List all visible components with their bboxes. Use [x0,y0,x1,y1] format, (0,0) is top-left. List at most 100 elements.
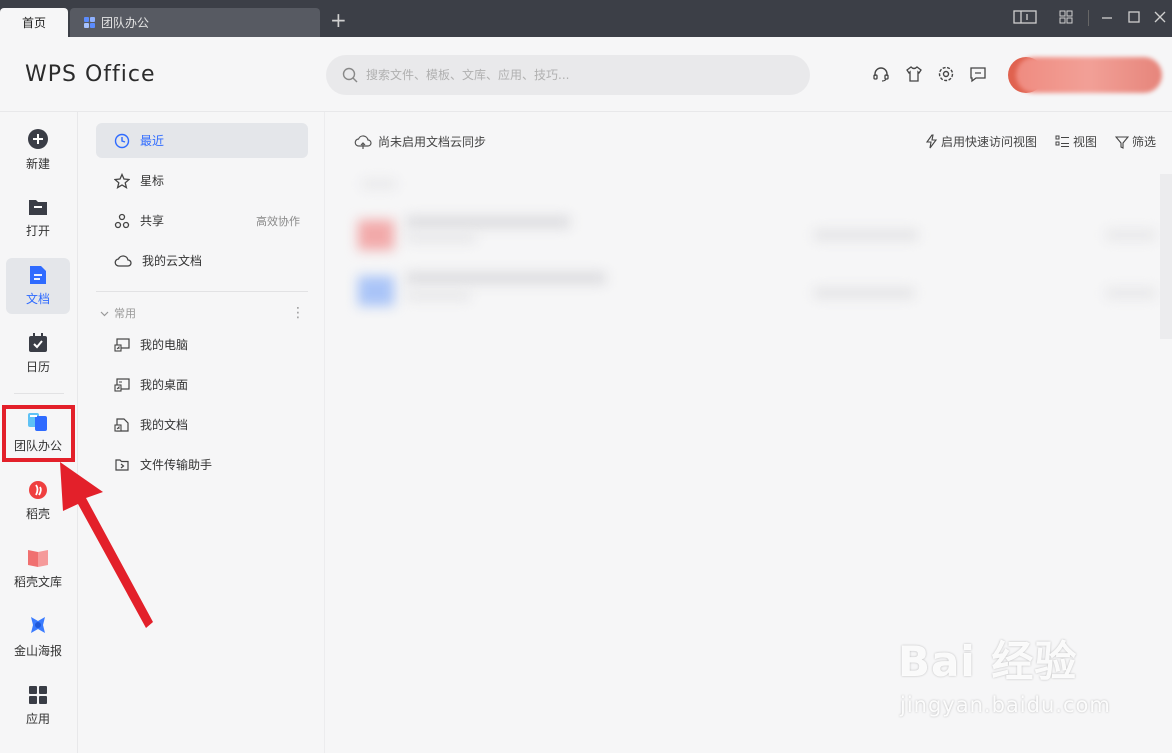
poster-icon [31,617,45,633]
table-row[interactable] [346,264,1156,312]
maximize-icon[interactable] [1127,9,1141,29]
cloud-sync-notice[interactable]: 尚未启用文档云同步 [354,133,486,150]
lightning-icon [925,134,938,149]
rail-label: 金山海报 [13,644,62,658]
watermark-sub: jingyan.baidu.com [900,693,1111,717]
rail-label: 应用 [25,712,50,726]
nav-item-label: 我的云文档 [142,254,203,268]
cloud-sync-icon [354,134,372,149]
share-icon [114,213,130,228]
transfer-icon [115,458,129,471]
nav-item-recent[interactable]: 最近 [96,123,308,158]
nav-item-starred[interactable]: 星标 [96,163,308,198]
watermark: Bai 经验 jingyan.baidu.com [898,628,1111,717]
rail-item-docs[interactable]: 文档 [6,258,70,314]
tab-home[interactable]: 首页 [0,8,68,37]
rail-label: 稻壳文库 [13,575,62,589]
rail-item-new[interactable]: 新建 [6,122,70,178]
rail-item-docer[interactable]: 稻壳 [6,473,70,529]
apps-icon [29,686,47,704]
nav-item-label: 共享 [140,214,165,228]
rail-label: 稻壳 [25,507,50,521]
search-icon [342,67,358,83]
nav-divider [96,291,308,292]
plus-circle-icon [28,129,48,149]
filter-label: 筛选 [1131,135,1156,149]
tab-team-label: 团队办公 [101,16,150,30]
rail-label: 日历 [25,360,50,374]
grid-view-icon[interactable] [1058,9,1074,29]
clock-icon [114,133,130,148]
filter-icon [1114,135,1129,149]
team-tab-icon [84,17,95,28]
quick-access-label: 启用快速访问视图 [940,135,1037,149]
cloud-icon [114,254,132,267]
nav-item-label: 我的电脑 [140,338,189,352]
nav-item-my-documents[interactable]: 我的文档 [96,407,308,442]
scrollbar[interactable] [1160,174,1172,339]
app-header: WPS Office [0,37,1172,112]
highlight-box [2,405,75,462]
library-icon [28,550,48,567]
table-row[interactable] [346,208,1156,256]
headset-icon[interactable] [871,64,891,84]
watermark-main: Bai 经验 [898,637,1078,686]
section-label: 常用 [114,307,136,320]
rail-label: 打开 [25,224,50,238]
filter-button[interactable]: 筛选 [1114,133,1156,150]
title-bar: 首页 团队办公 + [0,0,1172,37]
nav-item-label: 我的文档 [140,418,189,432]
secondary-nav: 最近 星标 共享 高效协作 我的云文档 常用 ⋮ 我的电脑 我的桌面 我的文档 … [79,112,325,753]
rail-label: 新建 [25,157,50,171]
nav-item-my-computer[interactable]: 我的电脑 [96,327,308,362]
more-options-icon[interactable]: ⋮ [291,306,305,320]
rail-label: 文档 [25,292,50,306]
nav-item-shared[interactable]: 共享 高效协作 [96,203,308,238]
skin-icon[interactable] [904,64,924,84]
message-icon[interactable] [968,64,988,84]
nav-item-file-transfer[interactable]: 文件传输助手 [96,447,308,482]
star-icon [114,172,130,189]
rail-item-apps[interactable]: 应用 [6,678,70,734]
user-info-blurred[interactable] [1016,57,1162,93]
rail-item-poster[interactable]: 金山海报 [6,609,70,665]
search-input[interactable] [366,68,786,82]
tab-team-office[interactable]: 团队办公 [70,8,320,37]
nav-item-cloud-docs[interactable]: 我的云文档 [96,243,308,278]
nav-item-label: 我的桌面 [140,378,189,392]
rail-divider [14,393,64,394]
tab-home-label: 首页 [21,16,46,30]
calendar-icon [29,333,47,352]
window-controls-divider [1088,10,1089,26]
desktop-shortcut-icon [114,377,130,392]
nav-item-my-desktop[interactable]: 我的桌面 [96,367,308,402]
settings-icon[interactable] [936,64,956,84]
view-button[interactable]: 视图 [1055,133,1097,150]
documents-shortcut-icon [114,417,129,432]
rail-item-open[interactable]: 打开 [6,190,70,246]
document-icon [30,266,46,284]
docer-icon [29,481,47,499]
rail-item-library[interactable]: 稻壳文库 [6,541,70,597]
common-section-header[interactable]: 常用 ⋮ [100,305,305,321]
computer-shortcut-icon [114,337,130,352]
quick-access-button[interactable]: 启用快速访问视图 [925,133,1037,150]
view-label: 视图 [1072,135,1097,149]
minimize-icon[interactable] [1100,9,1114,29]
content-toolbar: 启用快速访问视图 视图 筛选 [925,133,1156,150]
sync-text: 尚未启用文档云同步 [378,135,487,149]
wps-logo: WPS Office [25,62,156,87]
nav-item-aside: 高效协作 [256,214,300,228]
search-box[interactable] [326,55,810,95]
blurred-list-header [362,180,396,188]
nav-item-label: 星标 [140,174,165,188]
nav-item-label: 最近 [140,134,165,148]
nav-item-label: 文件传输助手 [140,458,213,472]
list-view-icon [1055,135,1069,147]
add-tab-icon[interactable]: + [330,10,347,30]
folder-icon [29,200,47,215]
close-icon[interactable] [1153,9,1167,29]
rail-item-calendar[interactable]: 日历 [6,326,70,382]
window-mode-icon[interactable] [1013,9,1037,29]
chevron-down-icon [100,311,109,316]
